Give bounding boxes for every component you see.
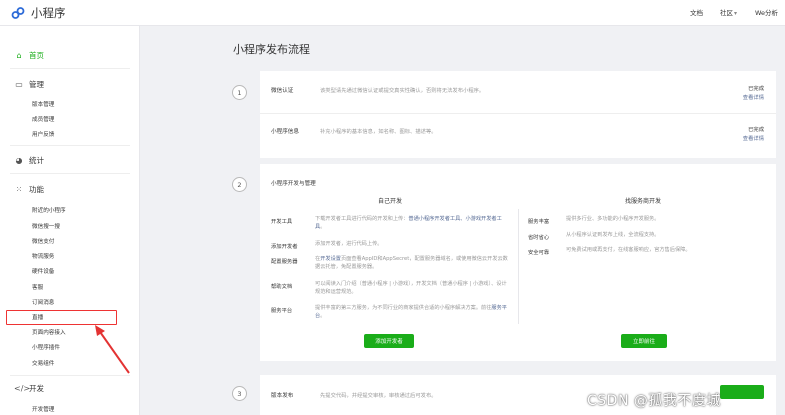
sidebar-stats-label: 统计 (29, 155, 44, 165)
mini-program-logo-icon[interactable] (11, 6, 25, 20)
add-developer-button[interactable]: 添加开发者 (364, 334, 414, 348)
sidebar-dev-label: 开发 (29, 383, 44, 393)
sidebar-manage-label: 管理 (29, 79, 44, 89)
save-time-desc: 从小程序认证到发布上线，全流程支持。 (566, 232, 660, 238)
pie-chart-icon: ◕ (15, 155, 23, 165)
sidebar-item-page-content[interactable]: 页面内容接入 (32, 328, 66, 336)
dev-tools-desc: 下载开发者工具进行代码的开发和上传：普通小程序开发者工具、小游戏开发者工具。 (315, 215, 510, 231)
sidebar-features[interactable]: ⁙ 功能 (14, 182, 44, 196)
secure-label: 安全可靠 (528, 250, 550, 256)
self-dev-heading: 自己开发 (378, 198, 403, 205)
sidebar-divider (10, 173, 130, 174)
dev-manage-title: 小程序开发与管理 (271, 181, 316, 187)
secure-desc: 可免费试用或再支付，在线客服响应，官方售后保障。 (566, 247, 691, 253)
step-number-3: 3 (232, 386, 247, 401)
sidebar-item-feedback[interactable]: 用户反馈 (32, 130, 54, 138)
sidebar-item-version[interactable]: 版本管理 (32, 100, 54, 108)
sidebar-manage[interactable]: ▭ 管理 (14, 77, 44, 91)
chevron-down-icon: ▾ (734, 10, 738, 17)
step1-card: 微信认证 该类型请先通过微信认证或提交真实性确认，否则将无法发布小程序。 已完成… (260, 71, 776, 158)
server-config-desc: 在开发设置页面查看AppID和AppSecret，配置服务器域名，或使用微信云开… (315, 255, 510, 271)
sidebar-item-subscribe[interactable]: 订阅消息 (32, 298, 54, 306)
dev-tools-label: 开发工具 (271, 219, 293, 225)
column-divider (518, 209, 519, 324)
sidebar-divider (10, 145, 130, 146)
sidebar-item-logistics[interactable]: 物流服务 (32, 252, 54, 260)
mp-info-status: 已完成 (748, 127, 764, 133)
sidebar-dev[interactable]: </> 开发 (14, 381, 44, 395)
wechat-auth-label: 微信认证 (271, 88, 294, 94)
release-desc: 先提交代码，并经提交审核，审核通过后可发布。 (320, 393, 437, 399)
mp-info-label: 小程序信息 (271, 129, 299, 135)
provider-dev-heading: 找服务商开发 (625, 198, 662, 205)
service-platform-desc: 提供丰富的第三方服务，为不同行业的商家提供合适的小程序解决方案。前往服务平台。 (315, 304, 510, 320)
dev-tools-desc-text: 下载开发者工具进行代码的开发和上传： (315, 216, 409, 222)
wechat-auth-status: 已完成 (748, 86, 764, 92)
rich-services-desc: 提供多行业、多功能的小程序开发服务。 (566, 216, 660, 222)
step-number-1: 1 (232, 85, 247, 100)
row-divider (260, 113, 776, 114)
annotation-arrow-icon (95, 325, 130, 374)
go-now-button[interactable]: 立即前往 (621, 334, 667, 348)
code-icon: </> (14, 383, 31, 393)
sidebar-divider (10, 375, 130, 376)
wechat-auth-details-link[interactable]: 查看详情 (743, 93, 764, 101)
sidebar-item-hardware[interactable]: 硬件设备 (32, 267, 54, 275)
add-dev-label: 添加开发者 (271, 244, 298, 250)
sidebar-item-plugin[interactable]: 小程序插件 (32, 343, 60, 351)
release-button[interactable] (720, 385, 764, 399)
app-title[interactable]: 小程序 (31, 5, 66, 21)
sidebar-item-trade[interactable]: 交易组件 (32, 359, 54, 367)
home-icon: ⌂ (16, 50, 22, 60)
service-platform-desc-pre: 提供丰富的第三方服务，为不同行业的商家提供合适的小程序解决方案。前往 (315, 305, 492, 311)
sidebar-item-search[interactable]: 微信搜一搜 (32, 222, 60, 230)
save-time-label: 省时省心 (528, 235, 550, 241)
sidebar-home[interactable]: ⌂ 首页 (14, 48, 44, 62)
sidebar-divider (10, 68, 130, 69)
dev-settings-link[interactable]: 开发设置 (320, 256, 341, 262)
sidebar-item-members[interactable]: 成员管理 (32, 115, 54, 123)
nav-community-label: 社区 (720, 9, 733, 17)
watermark: CSDN @孤我不度城 (587, 393, 721, 409)
mp-info-details-link[interactable]: 查看详情 (743, 134, 764, 142)
sidebar-item-service[interactable]: 客服 (32, 283, 43, 291)
top-bar: 小程序 文档 社区▾ We分析 (0, 0, 785, 26)
sidebar-stats[interactable]: ◕ 统计 (14, 153, 45, 167)
mp-info-desc: 补充小程序的基本信息，如名称、图标、描述等。 (320, 129, 437, 135)
grid-icon: ⁙ (15, 184, 23, 194)
sidebar-item-pay[interactable]: 微信支付 (32, 237, 54, 245)
sidebar-features-label: 功能 (29, 184, 44, 194)
sidebar-item-nearby[interactable]: 附近的小程序 (32, 206, 66, 214)
monitor-icon: ▭ (15, 79, 23, 89)
help-docs-label: 帮助文档 (271, 284, 293, 290)
step2-card: 小程序开发与管理 自己开发 找服务商开发 开发工具 下载开发者工具进行代码的开发… (260, 164, 776, 361)
rich-services-label: 服务丰富 (528, 219, 550, 225)
help-docs-desc: 可以阅读入门介绍（普通小程序 | 小游戏），开发文档（普通小程序 | 小游戏）、… (315, 281, 507, 295)
step-number-2: 2 (232, 177, 247, 192)
release-label: 版本发布 (271, 393, 294, 399)
nav-docs[interactable]: 文档 (690, 7, 703, 17)
server-config-desc-post: 页面查看AppID和AppSecret，配置服务器域名，或使用微信云开发云数据云… (315, 256, 508, 270)
sidebar-item-dev-manage[interactable]: 开发管理 (32, 405, 54, 413)
add-dev-desc: 添加开发者，进行代码上传。 (315, 241, 383, 247)
service-platform-desc-post: 。 (320, 313, 326, 319)
nav-we-analysis[interactable]: We分析 (755, 7, 778, 17)
page-title: 小程序发布流程 (233, 43, 310, 56)
server-config-label: 配置服务器 (271, 259, 298, 265)
sidebar-home-label: 首页 (29, 50, 44, 60)
nav-community[interactable]: 社区▾ (720, 7, 737, 17)
wechat-auth-desc: 该类型请先通过微信认证或提交真实性确认，否则将无法发布小程序。 (320, 88, 485, 94)
dev-tools-desc-end: 。 (320, 224, 326, 230)
service-platform-label: 服务平台 (271, 308, 293, 314)
